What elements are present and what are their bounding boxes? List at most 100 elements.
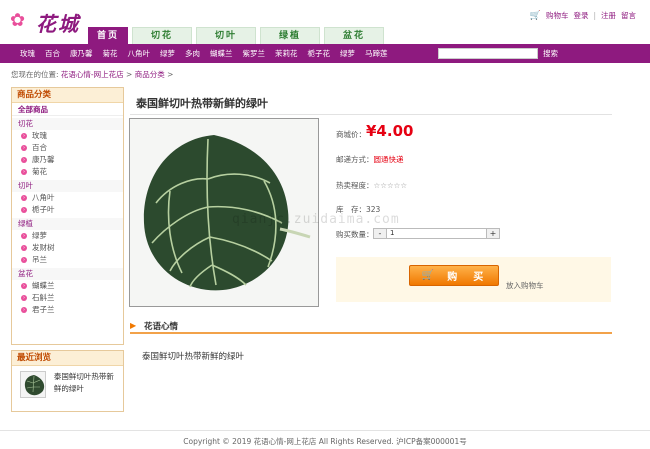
tab-cut-leaves[interactable]: 切叶 [196,27,256,44]
search-button[interactable]: 搜索 [543,48,558,59]
logo-text: 花城 [36,12,80,36]
rating-label: 热卖程度： [336,181,374,190]
search-input[interactable] [438,48,538,59]
sidebar-group[interactable]: 盆花 [12,268,123,280]
breadcrumb-home[interactable]: 花语心情-网上花店 [61,70,124,79]
title-divider [130,114,612,115]
breadcrumb-prefix: 您现在的位置: [11,70,59,79]
sidebar-item-label: 玫瑰 [32,131,47,140]
quantity-increase-button[interactable]: + [486,228,500,239]
category-link[interactable]: 玫瑰 [20,48,35,59]
bullet-icon: › [21,157,27,163]
register-link[interactable]: 注册 [601,10,616,21]
sidebar-item[interactable]: › 发财树 [12,242,123,254]
message-link[interactable]: 留言 [621,10,636,21]
separator: | [593,11,596,20]
recent-item[interactable]: 泰国鲜切叶热带新鲜的绿叶 [12,366,123,403]
sidebar-group[interactable]: 切花 [12,118,123,130]
shipping-label: 邮递方式： [336,155,374,164]
category-sidebar: 商品分类 全部商品 切花 › 玫瑰 › 百合 › 康乃馨 › 菊花 切叶 › 八角叶 › 栀… [11,87,124,345]
tab-cut-flowers[interactable]: 切花 [132,27,192,44]
bullet-icon: › [21,233,27,239]
sidebar-group[interactable]: 切叶 [12,180,123,192]
bullet-icon: › [21,169,27,175]
section-body: 泰国鲜切叶热带新鲜的绿叶 [142,352,245,362]
sidebar-item-label: 八角叶 [32,193,55,202]
site-logo[interactable]: ✿ 花城 [10,8,90,36]
sidebar-item[interactable]: › 吊兰 [12,254,123,266]
sidebar-item[interactable]: › 蝴蝶兰 [12,280,123,292]
category-link[interactable]: 马蹄莲 [365,48,388,59]
sidebar-group[interactable]: 绿植 [12,218,123,230]
shipping-row: 邮递方式：圆通快递 [336,154,404,165]
rating-stars-icon: ☆☆☆☆☆ [373,181,408,190]
sidebar-item-label: 百合 [32,143,47,152]
category-link[interactable]: 蝴蝶兰 [210,48,233,59]
sidebar-item[interactable]: › 八角叶 [12,192,123,204]
price-value: ¥4.00 [366,122,414,140]
category-link[interactable]: 绿萝 [160,48,175,59]
sidebar-item-label: 康乃馨 [32,155,55,164]
category-link[interactable]: 八角叶 [128,48,151,59]
bullet-icon: › [21,133,27,139]
breadcrumb: 您现在的位置: 花语心情-网上花店 > 商品分类 > [11,69,173,80]
add-to-cart-link[interactable]: 放入购物车 [506,280,544,291]
category-bar: 玫瑰 百合 康乃馨 菊花 八角叶 绿萝 多肉 蝴蝶兰 紫罗兰 茉莉花 栀子花 绿… [0,44,650,63]
cart-icon: 🛒 [421,270,438,281]
bullet-icon: › [21,245,27,251]
sidebar-item-label: 栀子叶 [32,205,55,214]
bullet-icon: › [21,207,27,213]
category-link[interactable]: 康乃馨 [70,48,93,59]
quantity-input[interactable]: 1 [387,228,486,239]
category-link[interactable]: 菊花 [103,48,118,59]
cart-link[interactable]: 购物车 [546,10,569,21]
sidebar-item[interactable]: › 百合 [12,142,123,154]
category-link[interactable]: 茉莉花 [275,48,298,59]
section-marker-icon: ▶ [130,321,137,330]
breadcrumb-sep: > [126,70,133,79]
sidebar-item[interactable]: › 石斛兰 [12,292,123,304]
category-link[interactable]: 多肉 [185,48,200,59]
login-link[interactable]: 登录 [573,10,588,21]
main-nav: 首页 切花 切叶 绿植 盆花 [88,27,384,44]
sidebar-item-label: 君子兰 [32,305,55,314]
top-links: 🛒 购物车 登录 | 注册 留言 [530,10,636,21]
breadcrumb-category[interactable]: 商品分类 [135,70,165,79]
bullet-icon: › [21,295,27,301]
buy-button-label: 购 买 [447,272,487,283]
sidebar-item[interactable]: › 菊花 [12,166,123,178]
quantity-decrease-button[interactable]: - [373,228,387,239]
buy-button[interactable]: 🛒 购 买 [409,265,499,286]
bullet-icon: › [21,257,27,263]
category-link[interactable]: 绿萝 [340,48,355,59]
tab-potted-flowers[interactable]: 盆花 [324,27,384,44]
sidebar-all-products[interactable]: 全部商品 [12,103,123,116]
sidebar-item[interactable]: › 君子兰 [12,304,123,316]
recent-thumbnail[interactable] [20,371,46,398]
tab-green-plants[interactable]: 绿植 [260,27,320,44]
breadcrumb-sep: > [167,70,174,79]
quantity-stepper: - 1 + [373,228,500,239]
sidebar-item[interactable]: › 玫瑰 [12,130,123,142]
bullet-icon: › [21,195,27,201]
sidebar-item-label: 菊花 [32,167,47,176]
sidebar-item[interactable]: › 栀子叶 [12,204,123,216]
quantity-label: 购买数量： [336,230,374,239]
category-link[interactable]: 百合 [45,48,60,59]
sidebar-item-label: 绿萝 [32,231,47,240]
price-label: 商城价： [336,130,366,139]
section-title: 花语心情 [144,322,179,332]
category-link[interactable]: 栀子花 [308,48,331,59]
bullet-icon: › [21,283,27,289]
tab-home[interactable]: 首页 [88,27,128,44]
buy-panel: 🛒 购 买 放入购物车 [336,257,611,302]
sidebar-item-label: 发财树 [32,243,55,252]
flower-logo-icon: ✿ [10,10,26,31]
sidebar-item[interactable]: › 绿萝 [12,230,123,242]
sidebar-item[interactable]: › 康乃馨 [12,154,123,166]
footer-copyright: Copyright © 2019 花语心情-网上花店 All Rights Re… [183,437,467,446]
recent-item-title[interactable]: 泰国鲜切叶热带新鲜的绿叶 [54,371,115,398]
section-header: ▶ 花语心情 [130,319,612,334]
category-link[interactable]: 紫罗兰 [243,48,266,59]
bullet-icon: › [21,145,27,151]
